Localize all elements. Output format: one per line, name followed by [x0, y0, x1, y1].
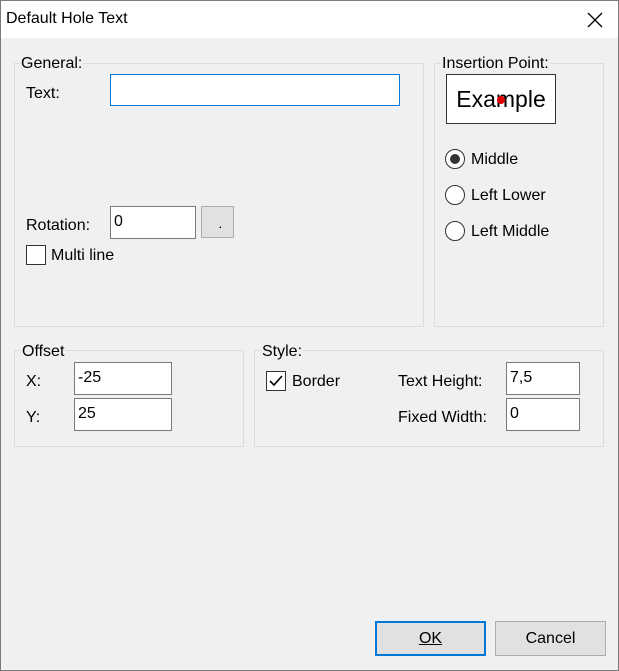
text-input[interactable]	[110, 74, 400, 106]
radio-left-lower-label: Left Lower	[471, 187, 546, 204]
checkmark-icon	[269, 375, 283, 387]
title-bar: Default Hole Text	[1, 1, 618, 38]
ok-button-label: OK	[418, 630, 443, 647]
radio-middle-label: Middle	[471, 151, 519, 168]
ok-button[interactable]: OK	[375, 621, 486, 656]
offset-x-input[interactable]: -25	[74, 362, 172, 395]
text-label: Text:	[26, 85, 60, 102]
radio-middle[interactable]	[445, 149, 465, 169]
dialog-window: Default Hole Text General: Text: Rotatio…	[0, 0, 619, 671]
rotation-input[interactable]: 0	[110, 206, 196, 239]
close-button[interactable]	[572, 1, 618, 38]
rotation-label: Rotation:	[26, 217, 91, 234]
general-legend: General:	[20, 55, 84, 73]
text-height-input[interactable]: 7,5	[506, 362, 580, 395]
fixed-width-input[interactable]: 0	[506, 398, 580, 431]
insertion-point-marker	[497, 96, 505, 104]
text-height-label: Text Height:	[398, 373, 483, 390]
multiline-label: Multi line	[51, 247, 115, 264]
window-title: Default Hole Text	[6, 10, 128, 27]
fixed-width-label: Fixed Width:	[398, 409, 487, 426]
radio-left-middle[interactable]	[445, 221, 465, 241]
border-label: Border	[292, 373, 341, 390]
insertion-point-legend: Insertion Point:	[441, 55, 550, 73]
insertion-preview: Example	[446, 74, 556, 124]
style-legend: Style:	[261, 343, 304, 361]
radio-selected-dot	[450, 154, 460, 164]
offset-legend: Offset	[21, 343, 66, 361]
resize-grip-icon	[219, 226, 221, 228]
close-icon	[587, 12, 603, 27]
radio-left-lower[interactable]	[445, 185, 465, 205]
cancel-button-label: Cancel	[525, 630, 576, 647]
multiline-checkbox[interactable]	[26, 245, 46, 265]
offset-x-label: X:	[26, 373, 42, 390]
border-checkbox[interactable]	[266, 371, 286, 391]
radio-left-middle-label: Left Middle	[471, 223, 550, 240]
offset-y-input[interactable]: 25	[74, 398, 172, 431]
rotation-picker-button[interactable]	[201, 206, 234, 238]
cancel-button[interactable]: Cancel	[495, 621, 606, 656]
offset-y-label: Y:	[26, 409, 41, 426]
